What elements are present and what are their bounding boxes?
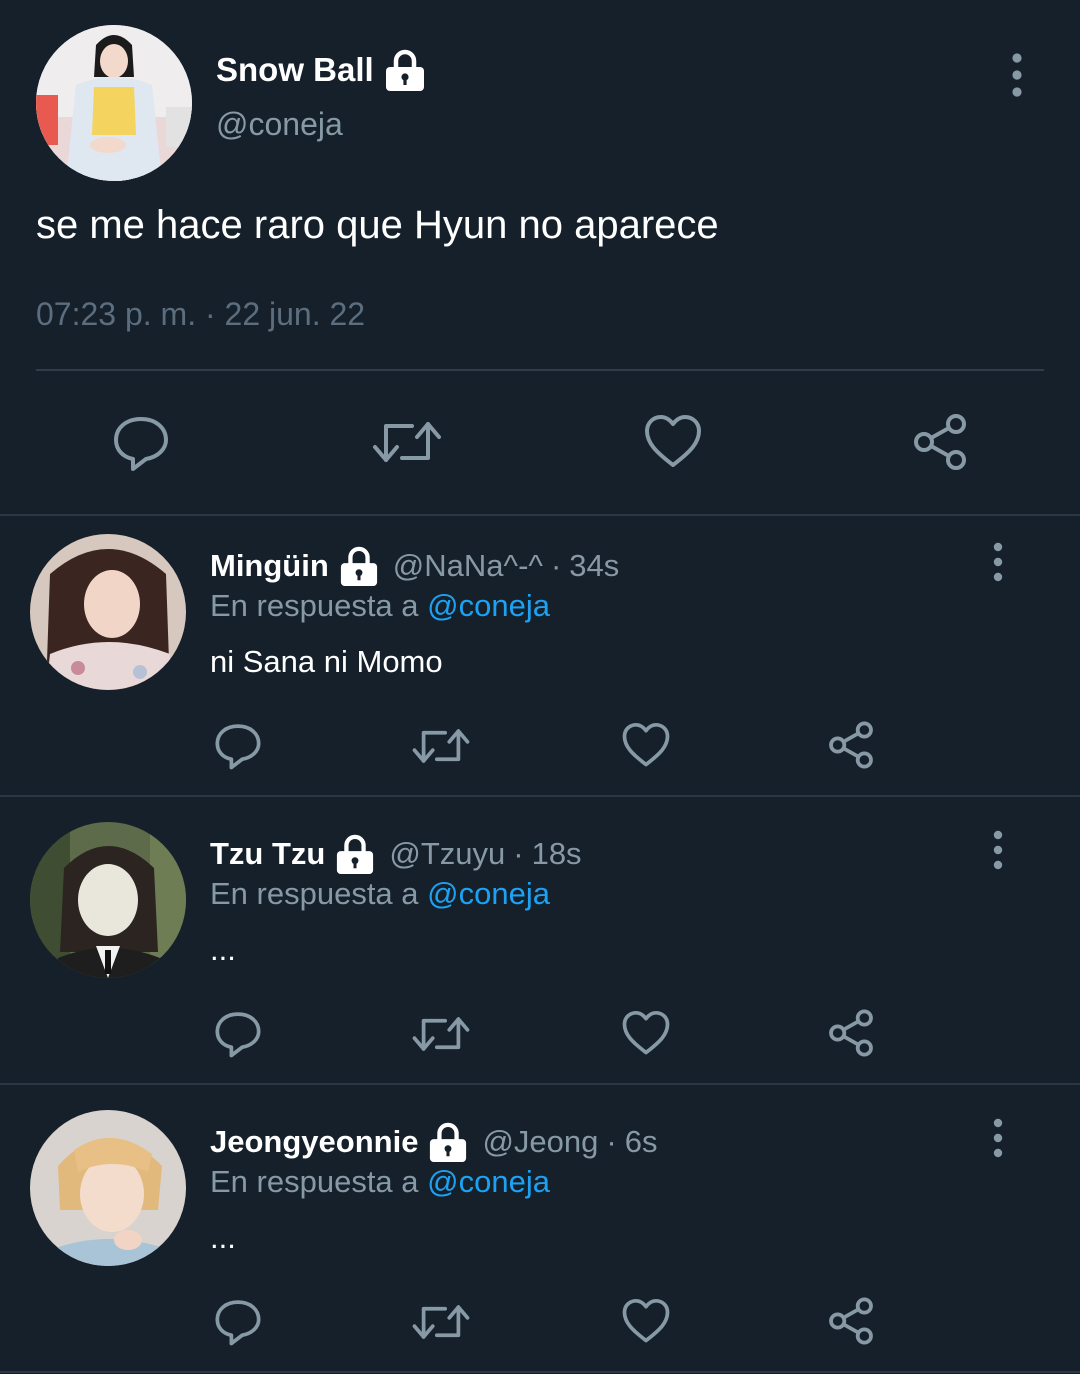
reply-icon[interactable] (214, 722, 262, 775)
tweet-text: se me hace raro que Hyun no aparece (36, 203, 719, 247)
lock-icon (428, 1121, 468, 1163)
reply-header: Tzu Tzu @Tzuyu · 18s (210, 828, 582, 880)
lock-icon (384, 48, 426, 92)
author-handle[interactable]: @coneja (216, 106, 343, 143)
share-icon[interactable] (826, 1296, 876, 1351)
divider (0, 1083, 1080, 1085)
share-icon[interactable] (910, 412, 970, 477)
retweet-icon[interactable] (372, 416, 442, 473)
reply-tweet[interactable]: Mingüin @NaNa^-^ · 34s En respuesta a @c… (0, 516, 1080, 802)
separator-dot: · (513, 836, 524, 871)
avatar[interactable] (30, 534, 186, 690)
reply-text: ... (210, 1220, 236, 1255)
main-tweet: Snow Ball @coneja se me hace raro que Hy… (0, 0, 1080, 514)
author-display-name[interactable]: Tzu Tzu (210, 836, 325, 872)
retweet-icon[interactable] (412, 1300, 470, 1349)
reply-icon[interactable] (214, 1298, 262, 1351)
author-handle[interactable]: @NaNa^-^ (393, 548, 543, 584)
mention-link[interactable]: @coneja (427, 588, 550, 623)
like-icon[interactable] (644, 414, 702, 475)
in-reply-to: En respuesta a @coneja (210, 588, 550, 624)
avatar-photo (30, 822, 186, 978)
divider (36, 369, 1044, 371)
like-icon[interactable] (622, 1010, 670, 1062)
reply-text: ... (210, 932, 236, 967)
more-options-icon[interactable] (986, 542, 1010, 582)
share-icon[interactable] (826, 1008, 876, 1063)
reply-time: 6s (624, 1124, 658, 1159)
lock-icon (339, 545, 379, 587)
reply-header: Jeongyeonnie @Jeong · 6s (210, 1116, 657, 1168)
reply-icon[interactable] (214, 1010, 262, 1063)
reply-time: 34s (569, 548, 620, 583)
share-icon[interactable] (826, 720, 876, 775)
more-options-icon[interactable] (986, 1118, 1010, 1158)
author-display-name[interactable]: Jeongyeonnie (210, 1124, 418, 1160)
avatar[interactable] (30, 822, 186, 978)
avatar[interactable] (36, 25, 192, 181)
reply-tweet[interactable]: Jeongyeonnie @Jeong · 6s En respuesta a … (0, 1092, 1080, 1374)
author-handle[interactable]: @Jeong (482, 1124, 598, 1160)
more-options-icon[interactable] (1004, 52, 1030, 98)
reply-text: ni Sana ni Momo (210, 644, 443, 679)
avatar-photo (30, 534, 186, 690)
mention-link[interactable]: @coneja (427, 876, 550, 911)
divider (0, 795, 1080, 797)
in-reply-to-label: En respuesta a (210, 1164, 419, 1199)
like-icon[interactable] (622, 1298, 670, 1350)
lock-icon (335, 833, 375, 875)
retweet-icon[interactable] (412, 724, 470, 773)
in-reply-to: En respuesta a @coneja (210, 876, 550, 912)
mention-link[interactable]: @coneja (427, 1164, 550, 1199)
tweet-thread-screen: Snow Ball @coneja se me hace raro que Hy… (0, 0, 1080, 1374)
tweet-timestamp[interactable]: 07:23 p. m. · 22 jun. 22 (36, 296, 365, 333)
in-reply-to-label: En respuesta a (210, 876, 419, 911)
reply-header: Mingüin @NaNa^-^ · 34s (210, 540, 619, 592)
avatar[interactable] (30, 1110, 186, 1266)
retweet-icon[interactable] (412, 1012, 470, 1061)
divider (0, 1371, 1080, 1373)
reply-time: 18s (531, 836, 582, 871)
reply-icon[interactable] (112, 414, 170, 477)
in-reply-to-label: En respuesta a (210, 588, 419, 623)
author-name-row: Snow Ball (216, 42, 426, 98)
author-handle[interactable]: @Tzuyu (389, 836, 505, 872)
separator-dot: · (550, 548, 562, 583)
avatar-photo (30, 1110, 186, 1266)
more-options-icon[interactable] (986, 830, 1010, 870)
like-icon[interactable] (622, 722, 670, 774)
avatar-photo (36, 25, 192, 181)
separator-dot: · (606, 1124, 617, 1159)
author-display-name[interactable]: Mingüin (210, 548, 329, 584)
reply-tweet[interactable]: Tzu Tzu @Tzuyu · 18s En respuesta a @con… (0, 804, 1080, 1090)
in-reply-to: En respuesta a @coneja (210, 1164, 550, 1200)
author-display-name[interactable]: Snow Ball (216, 51, 374, 89)
